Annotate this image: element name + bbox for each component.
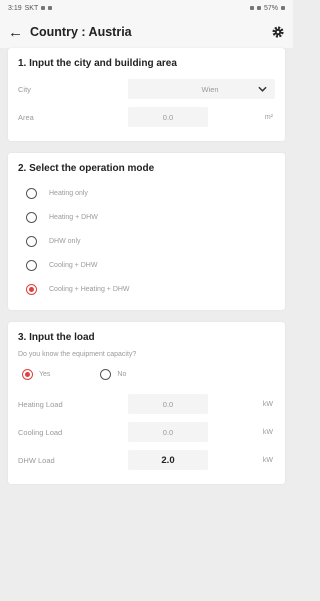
signal-icon <box>256 6 261 10</box>
yes-option[interactable]: Yes <box>18 368 51 380</box>
capacity-choice: Yes No <box>18 364 275 384</box>
city-area-card: 1. Input the city and building area City… <box>8 48 285 141</box>
load-label: Heating Load <box>18 399 63 409</box>
area-input[interactable]: 0.0 <box>128 107 208 127</box>
operation-mode-option[interactable]: Cooling + Heating + DHW <box>18 278 275 300</box>
operation-mode-option[interactable]: DHW only <box>18 230 275 252</box>
city-label: City <box>18 84 31 94</box>
area-label: Area <box>18 112 34 122</box>
operation-mode-card: 2. Select the operation mode Heating onl… <box>8 153 285 310</box>
operation-mode-label: Heating + DHW <box>49 213 98 221</box>
operation-mode-radio[interactable] <box>26 283 37 295</box>
city-row: City Wien <box>18 77 275 101</box>
operation-mode-list: Heating only Heating + DHW DHW only Cooling… <box>18 182 275 300</box>
load-row: Cooling Load 0.0 kW <box>18 420 275 444</box>
load-input[interactable]: 2.0 <box>128 450 208 470</box>
load-unit: kW <box>262 428 273 436</box>
operation-mode-label: Cooling + Heating + DHW <box>49 285 130 293</box>
load-row: Heating Load 0.0 kW <box>18 392 275 416</box>
load-unit: kW <box>262 456 273 464</box>
load-row: DHW Load 2.0 kW <box>18 448 275 472</box>
no-radio[interactable] <box>100 368 112 380</box>
operation-mode-option[interactable]: Cooling + DHW <box>18 254 275 276</box>
area-unit: m² <box>264 113 273 121</box>
operation-mode-option[interactable]: Heating + DHW <box>18 206 275 228</box>
notification-icon <box>41 6 46 10</box>
operation-mode-radio[interactable] <box>26 259 37 271</box>
yes-radio[interactable] <box>22 368 33 380</box>
area-row: Area 0.0 m² <box>18 105 275 129</box>
status-time: 3:19 <box>8 4 22 12</box>
load-label: Cooling Load <box>18 427 63 437</box>
load-list: Heating Load 0.0 kW Cooling Load 0.0 kW DHW Lo… <box>18 392 275 472</box>
section-title-load: 3. Input the load <box>18 332 95 343</box>
load-unit: kW <box>262 400 273 408</box>
chevron-down-icon <box>258 86 267 92</box>
section-title-city-area: 1. Input the city and building area <box>18 58 177 69</box>
app-bar: ← Country : Austria <box>0 16 293 48</box>
capacity-question: Do you know the equipment capacity? <box>18 351 137 358</box>
gear-icon[interactable] <box>271 25 285 39</box>
battery-icon <box>281 6 285 10</box>
no-label: No <box>117 370 127 378</box>
operation-mode-label: DHW only <box>49 237 81 245</box>
load-label: DHW Load <box>18 455 55 465</box>
load-input[interactable]: 0.0 <box>128 394 208 414</box>
status-bar: 3:19 SKT 57% <box>0 0 293 16</box>
load-card: 3. Input the load Do you know the equipm… <box>8 322 285 484</box>
back-arrow-icon[interactable]: ← <box>8 24 24 41</box>
city-select[interactable]: Wien <box>128 79 275 99</box>
operation-mode-option[interactable]: Heating only <box>18 182 275 204</box>
operation-mode-radio[interactable] <box>26 211 37 223</box>
battery-level: 57% <box>263 4 278 12</box>
operation-mode-radio[interactable] <box>26 235 37 247</box>
yes-label: Yes <box>39 370 51 378</box>
wifi-icon <box>249 6 254 10</box>
status-carrier: SKT <box>24 4 39 12</box>
operation-mode-label: Heating only <box>49 189 88 197</box>
main-content: 1. Input the city and building area City… <box>8 48 285 601</box>
section-title-operation-mode: 2. Select the operation mode <box>18 163 155 174</box>
operation-mode-label: Cooling + DHW <box>49 261 98 269</box>
no-option[interactable]: No <box>96 368 127 380</box>
message-icon <box>48 6 53 10</box>
status-right: 57% <box>249 4 285 12</box>
status-left: 3:19 SKT <box>8 4 53 12</box>
page-title: Country : Austria <box>30 25 132 39</box>
load-input[interactable]: 0.0 <box>128 422 208 442</box>
operation-mode-radio[interactable] <box>26 187 37 199</box>
city-value: Wien <box>201 84 219 94</box>
